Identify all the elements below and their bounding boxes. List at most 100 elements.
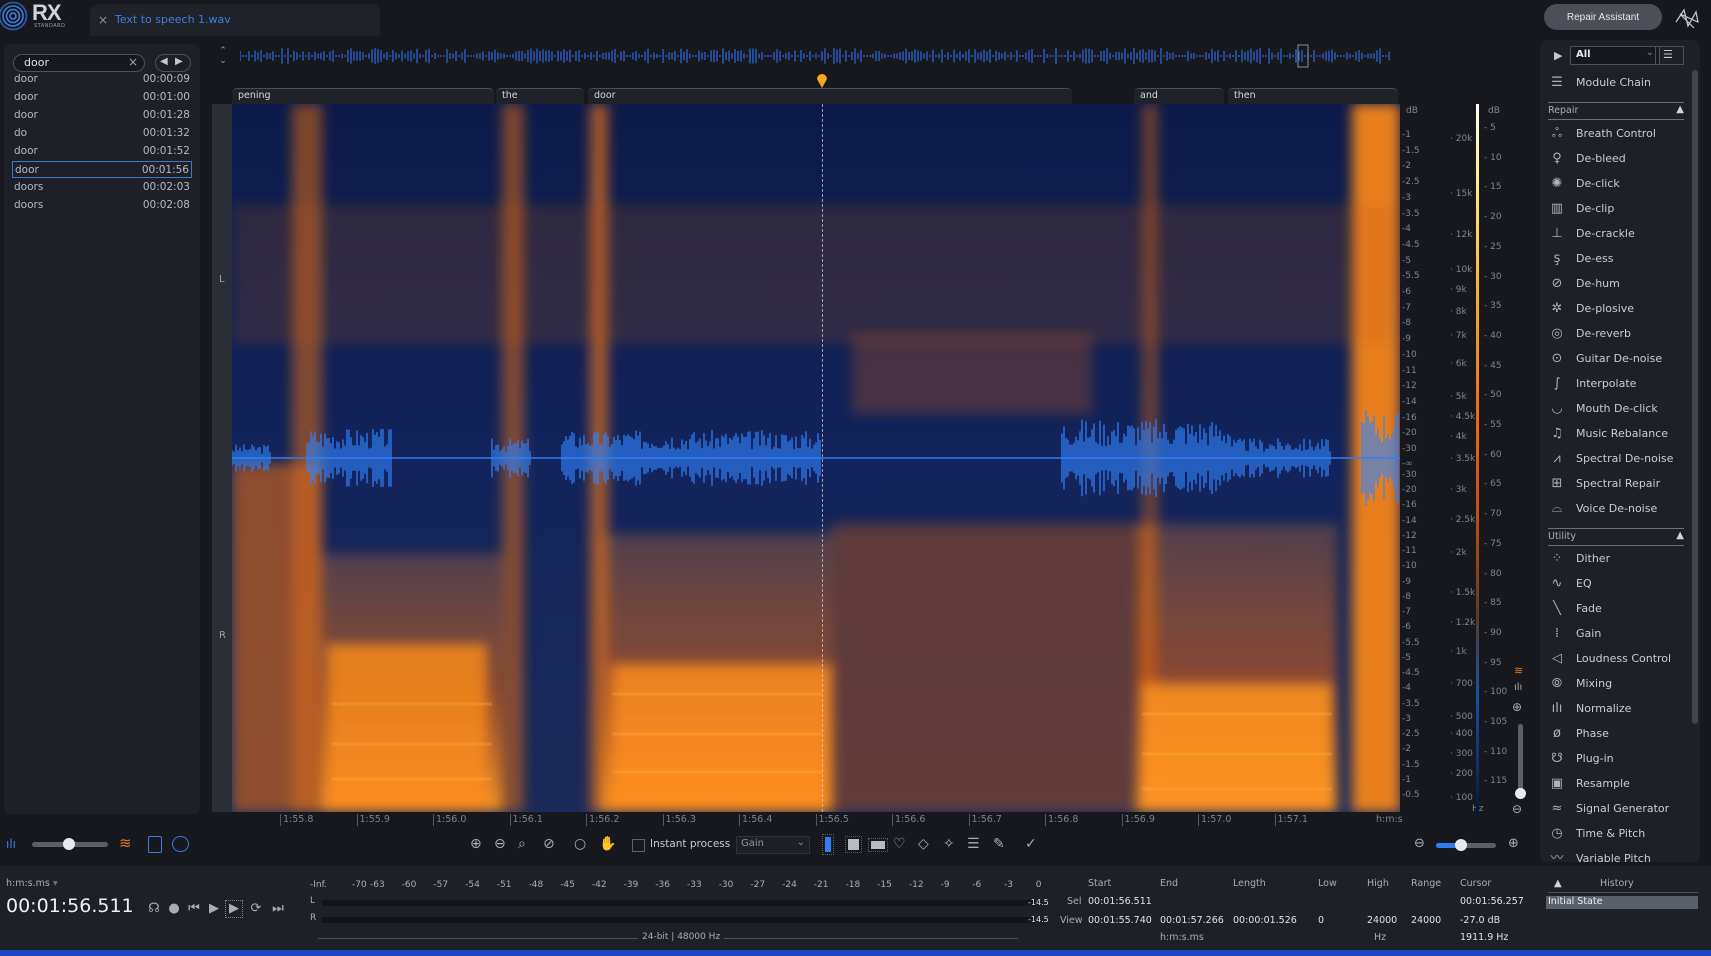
module-item[interactable]: ∿ EQ (1548, 573, 1688, 595)
module-item[interactable]: ⁞ Gain (1548, 623, 1688, 645)
low-freq-field[interactable]: 0 (1318, 915, 1324, 926)
search-result-row[interactable]: door 00:01:00 (12, 89, 192, 106)
module-panel-scrollbar[interactable] (1692, 70, 1698, 724)
module-item[interactable]: ⁘ Dither (1548, 548, 1688, 570)
high-freq-field[interactable]: 24000 (1367, 915, 1397, 926)
time-format-select[interactable]: h:m:s.ms ▾ (6, 878, 58, 889)
module-item[interactable]: ✲ De-plosive (1548, 298, 1688, 320)
view-end-field[interactable]: 00:01:57.266 (1160, 915, 1224, 926)
module-item[interactable]: ஃ Breath Control (1548, 123, 1688, 145)
vertical-zoom-knob[interactable] (1515, 788, 1526, 799)
module-item[interactable]: ◷ Time & Pitch (1548, 823, 1688, 845)
module-item[interactable]: ⦾ Mixing (1548, 673, 1688, 695)
waveform-icon[interactable]: ılı (6, 837, 16, 851)
notes-icon[interactable] (148, 836, 162, 853)
module-item[interactable]: ø Phase (1548, 723, 1688, 745)
collapse-triangle-icon[interactable]: ▲ (1676, 104, 1684, 115)
go-to-start-button[interactable]: ⏮ (186, 901, 202, 917)
sel-start-field[interactable]: 00:01:56.511 (1088, 896, 1152, 907)
search-value[interactable]: door (24, 56, 49, 69)
module-item[interactable]: ✺ De-click (1548, 173, 1688, 195)
horizontal-zoom-out-icon[interactable]: ⊖ (1414, 836, 1432, 854)
collapse-overview-icon[interactable]: ⌃ ⌄ (216, 46, 230, 68)
module-menu-button[interactable]: ☰ (1655, 46, 1684, 65)
view-start-field[interactable]: 00:01:55.740 (1088, 915, 1152, 926)
magnify-icon[interactable]: ○ (574, 836, 592, 854)
search-result-row[interactable]: door 00:01:28 (12, 107, 192, 124)
spectrogram-icon[interactable]: ≋ (119, 834, 132, 852)
vertical-zoom-in-icon[interactable]: ⊕ (1512, 700, 1522, 714)
search-result-row[interactable]: door 00:01:52 (12, 143, 192, 160)
comment-icon[interactable] (172, 836, 189, 852)
file-tab-label[interactable]: Text to speech 1.wav (115, 13, 231, 26)
zoom-fit-icon[interactable]: ⊘ (543, 836, 561, 854)
search-input[interactable]: door × (13, 54, 145, 72)
play-to-end-button[interactable]: ⏭ (270, 901, 286, 917)
lasso-icon[interactable]: ♡ (893, 836, 911, 854)
module-item[interactable]: ⊥ De-crackle (1548, 223, 1688, 245)
module-item[interactable]: ☋ Plug-in (1548, 748, 1688, 770)
record-button[interactable]: ● (166, 901, 182, 917)
zoom-in-icon[interactable]: ⊕ (470, 836, 488, 854)
view-length-field[interactable]: 00:00:01.526 (1233, 915, 1297, 926)
module-item[interactable]: ⌓ Voice De-noise (1548, 498, 1688, 520)
instant-process-checkbox[interactable] (632, 839, 645, 852)
clear-search-icon[interactable]: × (128, 55, 138, 69)
close-tab-icon[interactable]: × (98, 13, 108, 27)
horizontal-zoom-in-icon[interactable]: ⊕ (1508, 836, 1526, 854)
range-freq-field[interactable]: 24000 (1411, 915, 1441, 926)
spectrogram[interactable] (232, 104, 1400, 812)
harmonic-selection-icon[interactable]: ☰ (967, 836, 985, 854)
vertical-zoom-out-icon[interactable]: ⊖ (1512, 802, 1522, 816)
search-result-row[interactable]: do 00:01:32 (12, 125, 192, 142)
time-selection-tool-icon[interactable] (820, 834, 838, 855)
module-filter-select[interactable]: All ⌄ (1570, 46, 1660, 65)
module-item[interactable]: ♀ De-bleed (1548, 148, 1688, 170)
module-item[interactable]: ▣ Resample (1548, 773, 1688, 795)
spectrogram-view-icon[interactable]: ≋ (1514, 664, 1523, 677)
module-item[interactable]: ≈ Signal Generator (1548, 798, 1688, 820)
module-item[interactable]: ş De-ess (1548, 248, 1688, 270)
hand-tool-icon[interactable]: ✋ (599, 836, 617, 854)
module-item[interactable]: ▥ De-clip (1548, 198, 1688, 220)
playhead-marker-icon[interactable] (816, 74, 828, 88)
module-item[interactable]: ⩘ Spectral De-noise (1548, 448, 1688, 470)
transcript-word[interactable]: then (1228, 88, 1398, 104)
repair-section-header[interactable]: Repair ▲ (1548, 102, 1684, 120)
module-chain-item[interactable]: ☰ Module Chain (1548, 72, 1688, 94)
gain-envelope-icon[interactable]: ✓ (1025, 836, 1043, 854)
collapse-triangle-icon[interactable]: ▲ (1676, 530, 1684, 541)
transcript-word[interactable]: the (496, 88, 584, 104)
prev-result-button[interactable]: ◀ (160, 56, 168, 67)
next-result-button[interactable]: ▶ (175, 56, 183, 67)
search-result-row[interactable]: doors 00:02:08 (12, 197, 192, 214)
transcript-word[interactable]: pening (232, 88, 494, 104)
search-result-row[interactable]: doors 00:02:03 (12, 179, 192, 196)
connect-icon[interactable] (1672, 4, 1702, 32)
file-tab[interactable]: × Text to speech 1.wav (90, 4, 380, 36)
magic-wand-icon[interactable]: ✧ (943, 836, 961, 854)
pencil-icon[interactable]: ✎ (993, 836, 1011, 854)
waveform-overview[interactable] (240, 44, 1390, 68)
transcript-word[interactable]: door (588, 88, 1072, 104)
play-module-icon[interactable]: ▶ (1554, 49, 1562, 62)
module-item[interactable]: ılı Normalize (1548, 698, 1688, 720)
time-frequency-selection-icon[interactable] (845, 836, 863, 854)
channel-right-label[interactable]: R (219, 630, 226, 641)
history-item[interactable]: Initial State (1546, 896, 1698, 909)
channel-left-label[interactable]: L (219, 274, 225, 285)
search-result-row[interactable]: door 00:01:56 (12, 161, 192, 178)
brush-icon[interactable]: ◇ (918, 836, 936, 854)
horizontal-zoom-knob[interactable] (1455, 839, 1467, 851)
waveform-view-icon[interactable]: ılı (1514, 682, 1522, 693)
play-button[interactable]: ▶ (206, 901, 222, 917)
module-item[interactable]: ◎ De-reverb (1548, 323, 1688, 345)
loop-button[interactable]: ⟳ (248, 901, 264, 917)
zoom-out-icon[interactable]: ⊖ (494, 836, 512, 854)
module-item[interactable]: ╲ Fade (1548, 598, 1688, 620)
instant-process-mode-select[interactable]: Gain ⌄ (736, 836, 810, 854)
module-item[interactable]: ◁ Loudness Control (1548, 648, 1688, 670)
module-item[interactable]: ⊙ Guitar De-noise (1548, 348, 1688, 370)
module-item[interactable]: ♫ Music Rebalance (1548, 423, 1688, 445)
module-item[interactable]: ◡ Mouth De-click (1548, 398, 1688, 420)
